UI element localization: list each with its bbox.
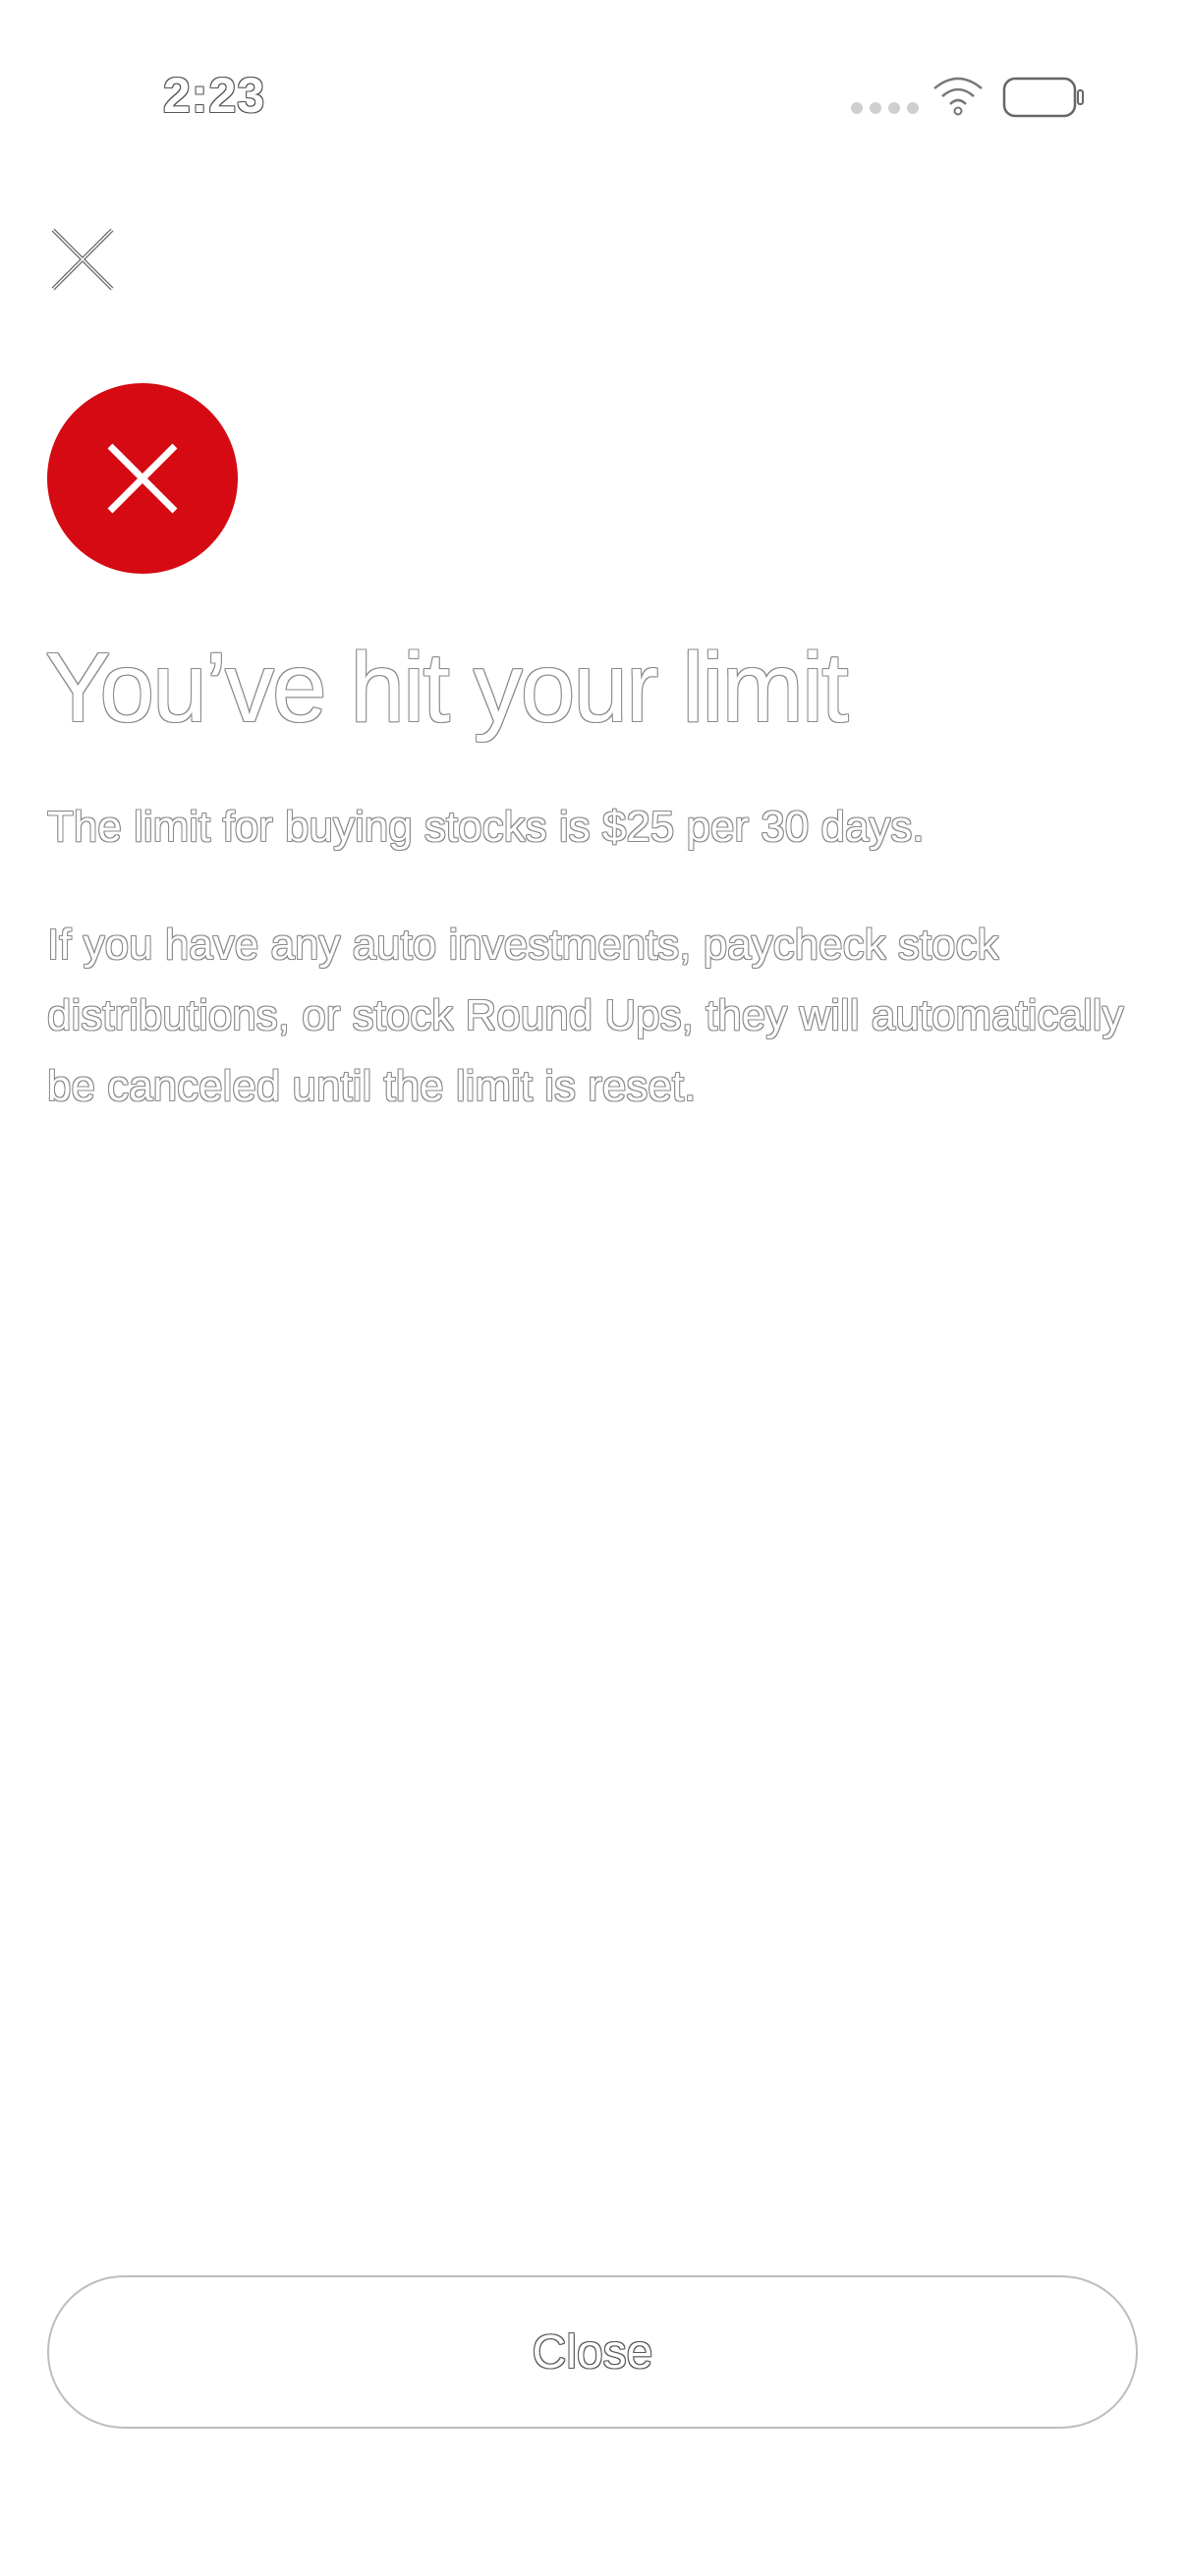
status-bar: 2:23 xyxy=(0,0,1185,196)
close-button[interactable]: Close xyxy=(47,2275,1138,2429)
close-button-label: Close xyxy=(532,2325,653,2379)
page-title: You’ve hit your limit xyxy=(45,633,849,743)
close-icon[interactable] xyxy=(47,224,118,295)
limit-description: The limit for buying stocks is $25 per 3… xyxy=(47,803,925,851)
cancellation-notice: If you have any auto investments, payche… xyxy=(47,921,1124,1110)
cellular-dots-icon xyxy=(851,102,919,114)
battery-icon xyxy=(1002,77,1084,118)
error-badge xyxy=(47,383,238,574)
wifi-icon xyxy=(933,77,983,116)
status-time: 2:23 xyxy=(163,68,266,123)
x-mark-icon xyxy=(107,443,178,514)
